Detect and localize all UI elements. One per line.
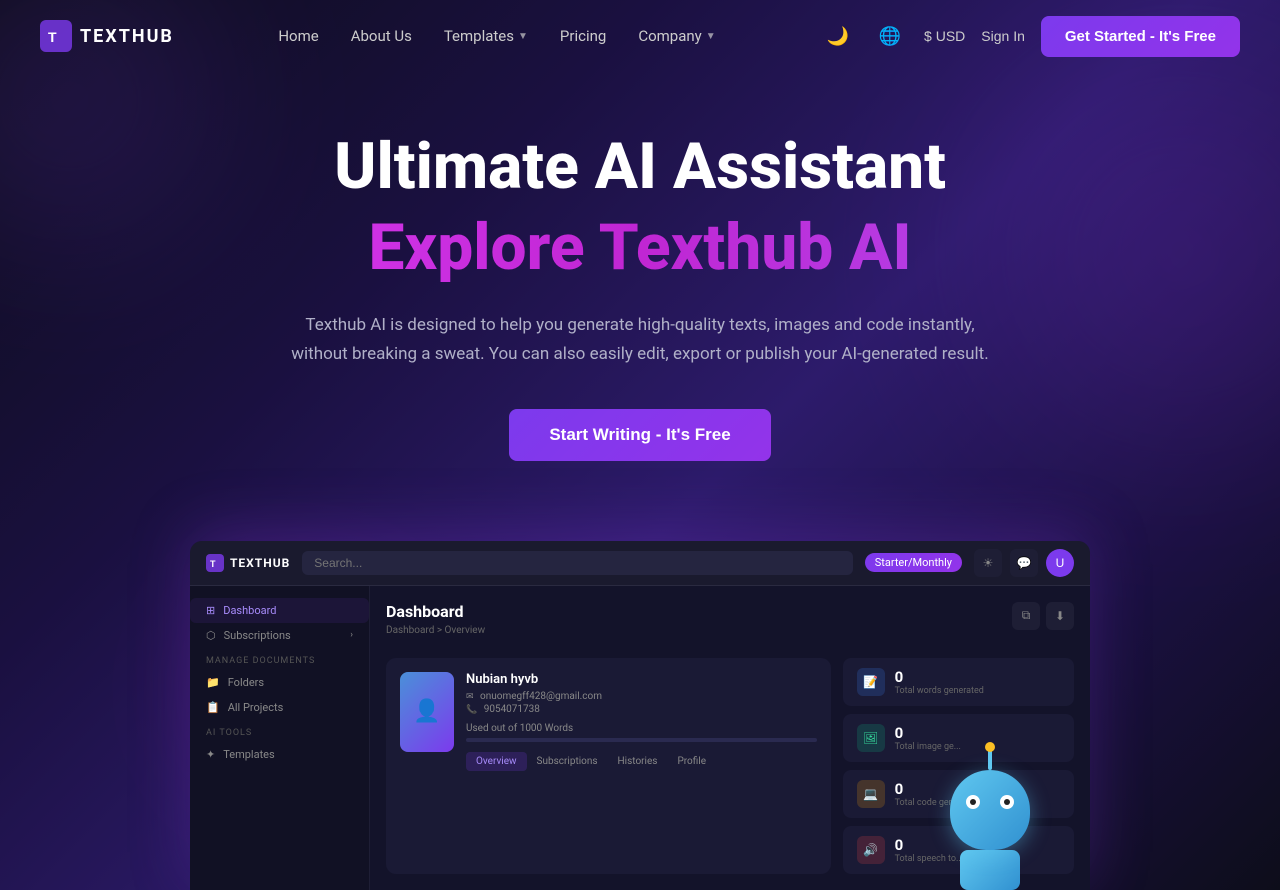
hero-section: Ultimate AI Assistant Explore Texthub AI… (0, 72, 1280, 501)
nav-company[interactable]: Company ▼ (638, 27, 715, 45)
preview-download-button[interactable]: ⬇ (1046, 602, 1074, 630)
stat-images: 🖼 0 Total image ge... (843, 714, 1074, 762)
hero-description: Texthub AI is designed to help you gener… (290, 311, 990, 369)
user-email: ✉ onuomegff428@gmail.com (466, 691, 817, 702)
dashboard-preview: T TEXTHUB Starter/Monthly ☀ 💬 U ⊞ Dashbo… (190, 541, 1090, 890)
nav-templates[interactable]: Templates ▼ (444, 27, 528, 45)
preview-logo-icon: T (206, 554, 224, 572)
preview-plan-badge: Starter/Monthly (865, 553, 962, 572)
preview-content-row: 👤 Nubian hyvb ✉ onuomegff428@gmail.com 📞… (386, 658, 1074, 874)
tab-histories[interactable]: Histories (608, 752, 668, 771)
tab-subscriptions[interactable]: Subscriptions (527, 752, 608, 771)
navbar-actions: 🌙 🌐 $ USD Sign In Get Started - It's Fre… (820, 16, 1240, 57)
words-progress-bar (466, 738, 817, 742)
preview-breadcrumb: Dashboard > Overview (386, 625, 485, 636)
signin-button[interactable]: Sign In (981, 28, 1025, 44)
hero-title-main: Ultimate AI Assistant (20, 132, 1260, 202)
templates-icon: ✦ (206, 748, 215, 761)
navbar: T TEXTHUB Home About Us Templates ▼ Pric… (0, 0, 1280, 72)
preview-search-input[interactable] (302, 551, 852, 575)
dashboard-icon: ⊞ (206, 604, 215, 617)
tab-profile[interactable]: Profile (667, 752, 716, 771)
images-stat-info: 0 Total image ge... (895, 724, 1060, 752)
preview-logo: T TEXTHUB (206, 554, 290, 572)
manage-section-label: MANAGE DOCUMENTS (190, 648, 369, 670)
speech-stat-info: 0 Total speech to... (895, 836, 1060, 864)
nav-about[interactable]: About Us (351, 27, 412, 45)
images-stat-icon: 🖼 (857, 724, 885, 752)
preview-avatar-button[interactable]: U (1046, 549, 1074, 577)
theme-toggle-button[interactable]: 🌙 (820, 18, 856, 54)
preview-chat-button[interactable]: 💬 (1010, 549, 1038, 577)
folders-icon: 📁 (206, 676, 220, 689)
sidebar-subscriptions[interactable]: ⬡ Subscriptions › (190, 623, 369, 648)
user-name: Nubian hyvb (466, 672, 817, 687)
words-stat-info: 0 Total words generated (895, 668, 1060, 696)
words-stat-icon: 📝 (857, 668, 885, 696)
sidebar-folders[interactable]: 📁 Folders (190, 670, 369, 695)
images-stat-label: Total image ge... (895, 742, 1060, 752)
speech-stat-value: 0 (895, 836, 1060, 854)
ai-section-label: AI TOOLS (190, 720, 369, 742)
sidebar-templates[interactable]: ✦ Templates (190, 742, 369, 767)
preview-theme-button[interactable]: ☀ (974, 549, 1002, 577)
code-stat-info: 0 Total code generated (895, 780, 1060, 808)
hero-cta-button[interactable]: Start Writing - It's Free (509, 409, 770, 461)
nav-home[interactable]: Home (278, 27, 318, 45)
nav-links: Home About Us Templates ▼ Pricing Compan… (278, 27, 715, 45)
get-started-button[interactable]: Get Started - It's Free (1041, 16, 1240, 57)
svg-text:T: T (210, 559, 217, 569)
svg-text:T: T (48, 29, 57, 45)
speech-stat-icon: 🔊 (857, 836, 885, 864)
projects-icon: 📋 (206, 701, 220, 714)
speech-stat-label: Total speech to... (895, 854, 1060, 864)
preview-dashboard-title: Dashboard (386, 602, 485, 621)
subscriptions-icon: ⬡ (206, 629, 216, 642)
company-dropdown-icon: ▼ (706, 31, 716, 42)
code-stat-label: Total code generated (895, 798, 1060, 808)
subscriptions-chevron-icon: › (350, 630, 353, 640)
preview-topbar: T TEXTHUB Starter/Monthly ☀ 💬 U (190, 541, 1090, 586)
user-avatar: 👤 (400, 672, 454, 752)
nav-pricing[interactable]: Pricing (560, 27, 606, 45)
user-info: Nubian hyvb ✉ onuomegff428@gmail.com 📞 9… (466, 672, 817, 860)
stat-words: 📝 0 Total words generated (843, 658, 1074, 706)
logo-icon: T (40, 20, 72, 52)
code-stat-value: 0 (895, 780, 1060, 798)
words-stat-label: Total words generated (895, 686, 1060, 696)
preview-tabs: Overview Subscriptions Histories Profile (466, 752, 817, 771)
stat-speech: 🔊 0 Total speech to... (843, 826, 1074, 874)
preview-stats: 📝 0 Total words generated 🖼 0 Total imag… (843, 658, 1074, 874)
user-words-label: Used out of 1000 Words (466, 723, 817, 734)
preview-action-icons: ☀ 💬 U (974, 549, 1074, 577)
code-stat-icon: 💻 (857, 780, 885, 808)
preview-main-content: Dashboard Dashboard > Overview ⧉ ⬇ 👤 Nub… (370, 586, 1090, 890)
stat-code: 💻 0 Total code generated (843, 770, 1074, 818)
brand-logo[interactable]: T TEXTHUB (40, 20, 174, 52)
templates-dropdown-icon: ▼ (518, 31, 528, 42)
preview-copy-button[interactable]: ⧉ (1012, 602, 1040, 630)
preview-user-card: 👤 Nubian hyvb ✉ onuomegff428@gmail.com 📞… (386, 658, 831, 874)
sidebar-dashboard[interactable]: ⊞ Dashboard (190, 598, 369, 623)
preview-sidebar: ⊞ Dashboard ⬡ Subscriptions › MANAGE DOC… (190, 586, 370, 890)
user-phone: 📞 9054071738 (466, 704, 817, 715)
sidebar-all-projects[interactable]: 📋 All Projects (190, 695, 369, 720)
tab-overview[interactable]: Overview (466, 752, 527, 771)
hero-title-gradient: Explore Texthub AI (20, 210, 1260, 287)
brand-name: TEXTHUB (80, 26, 174, 47)
preview-body: ⊞ Dashboard ⬡ Subscriptions › MANAGE DOC… (190, 586, 1090, 890)
currency-button[interactable]: $ USD (924, 28, 965, 44)
images-stat-value: 0 (895, 724, 1060, 742)
words-stat-value: 0 (895, 668, 1060, 686)
language-button[interactable]: 🌐 (872, 18, 908, 54)
